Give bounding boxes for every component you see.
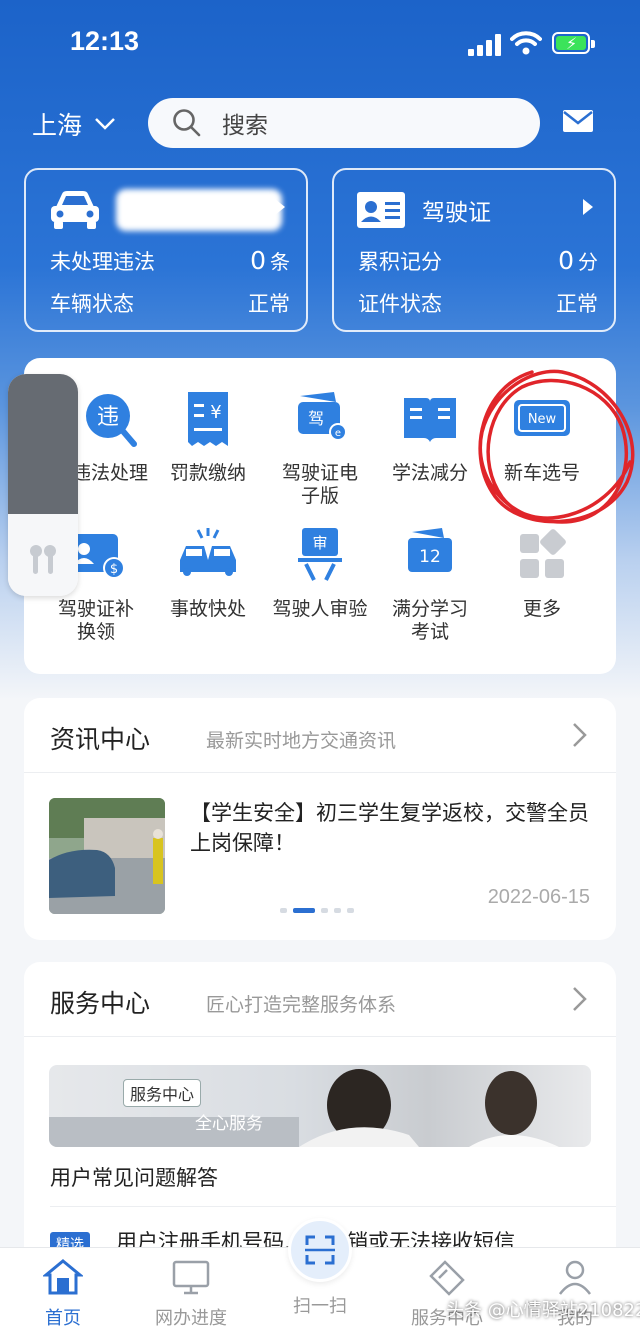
faq-title[interactable]: 用户常见问题解答 (50, 1162, 218, 1192)
license-status-row: 证件状态 正常 (358, 292, 598, 316)
service-banner[interactable]: 服务中心 全心服务 (49, 1065, 591, 1147)
full-score-exam-icon: 12 (408, 528, 452, 572)
license-card[interactable]: 驾驶证 累积记分 0分 证件状态 正常 (332, 168, 616, 332)
svg-text:$: $ (110, 562, 118, 577)
service-full-score[interactable]: 12 满分学习考试 (374, 524, 486, 644)
news-title: 资讯中心 (50, 725, 151, 754)
user-icon (559, 1260, 591, 1295)
search-input[interactable]: 搜索 (148, 98, 540, 148)
svg-text:违: 违 (97, 405, 119, 430)
news-headline[interactable]: 【学生安全】初三学生复学返校，交警全员上岗保障！ (190, 798, 600, 858)
study-book-icon (404, 398, 456, 442)
service-fine[interactable]: ¥ 罚款缴纳 (152, 388, 264, 485)
carousel-dots (280, 908, 354, 913)
city-label: 上海 (32, 111, 83, 140)
banner-tag: 服务中心 (123, 1079, 202, 1107)
annotation-circle (478, 369, 635, 524)
status-bar: 12:13 ⚡ (0, 22, 640, 66)
arrow-right-icon (275, 199, 285, 215)
home-icon (41, 1259, 85, 1295)
news-date: 2022-06-15 (487, 886, 590, 908)
arrow-right-icon (583, 199, 593, 215)
svg-text:审: 审 (312, 534, 327, 552)
battery-icon: ⚡ (552, 32, 595, 54)
service-title: 服务中心 (50, 989, 151, 1018)
scan-button[interactable] (288, 1218, 352, 1282)
svg-text:驾: 驾 (308, 409, 324, 428)
accident-icon (180, 528, 236, 576)
vehicle-card[interactable]: 未处理违法 0条 车辆状态 正常 (24, 168, 308, 332)
violation-row: 未处理违法 0条 (50, 246, 290, 275)
service-subtitle: 匠心打造完整服务体系 (206, 994, 397, 1016)
news-center: 资讯中心 最新实时地方交通资讯 【学生安全】初三学生复学返校，交警全员上岗保障！… (24, 698, 616, 940)
signal-icon (468, 34, 502, 56)
floating-widget[interactable] (8, 374, 78, 596)
license-title: 驾驶证 (422, 200, 491, 226)
service-accident[interactable]: 事故快处 (152, 524, 264, 621)
service-driver-review[interactable]: 审 驾驶人审验 (264, 524, 376, 621)
tab-scan[interactable]: 扫一扫 (275, 1292, 365, 1318)
svg-text:¥: ¥ (210, 402, 221, 423)
news-subtitle: 最新实时地方交通资讯 (206, 730, 397, 752)
service-center: 服务中心 匠心打造完整服务体系 服务中心 全心服务 用户常见问题解答 精选 用户… (24, 962, 616, 1262)
city-selector[interactable]: 上海 (32, 106, 116, 142)
violation-icon: 违 (86, 394, 137, 447)
service-more[interactable]: 更多 (486, 524, 598, 621)
watermark: 头条 @心情驿站210822 (446, 1300, 640, 1321)
status-time: 12:13 (70, 26, 140, 56)
banner-slogan: 全心服务 (195, 1114, 263, 1134)
chevron-down-icon (95, 118, 115, 130)
service-e-license[interactable]: 驾 e 驾驶证电子版 (264, 388, 376, 508)
earbuds-icon (30, 545, 56, 574)
monitor-icon (172, 1260, 210, 1295)
search-icon (173, 109, 201, 137)
points-row: 累积记分 0分 (358, 246, 598, 275)
fine-payment-icon: ¥ (188, 392, 228, 446)
tab-progress[interactable]: 网办进度 (146, 1258, 236, 1329)
svg-text:e: e (335, 428, 341, 439)
chevron-right-icon[interactable] (572, 722, 588, 748)
driver-review-icon: 审 (298, 528, 342, 581)
news-thumbnail[interactable] (49, 798, 165, 914)
car-icon (51, 191, 99, 229)
chevron-right-icon[interactable] (572, 986, 588, 1012)
e-license-icon: 驾 e (298, 392, 347, 441)
id-card-icon (357, 192, 405, 228)
top-bar: 上海 搜索 (0, 96, 640, 150)
tab-home[interactable]: 首页 (18, 1258, 108, 1329)
service-icon (429, 1260, 465, 1296)
svg-text:12: 12 (419, 547, 441, 567)
search-placeholder: 搜索 (222, 113, 268, 139)
mail-icon[interactable] (562, 109, 594, 133)
vehicle-status-row: 车辆状态 正常 (50, 292, 290, 316)
wifi-icon (510, 31, 542, 55)
scan-icon (305, 1235, 335, 1265)
redacted-plate (116, 189, 282, 231)
